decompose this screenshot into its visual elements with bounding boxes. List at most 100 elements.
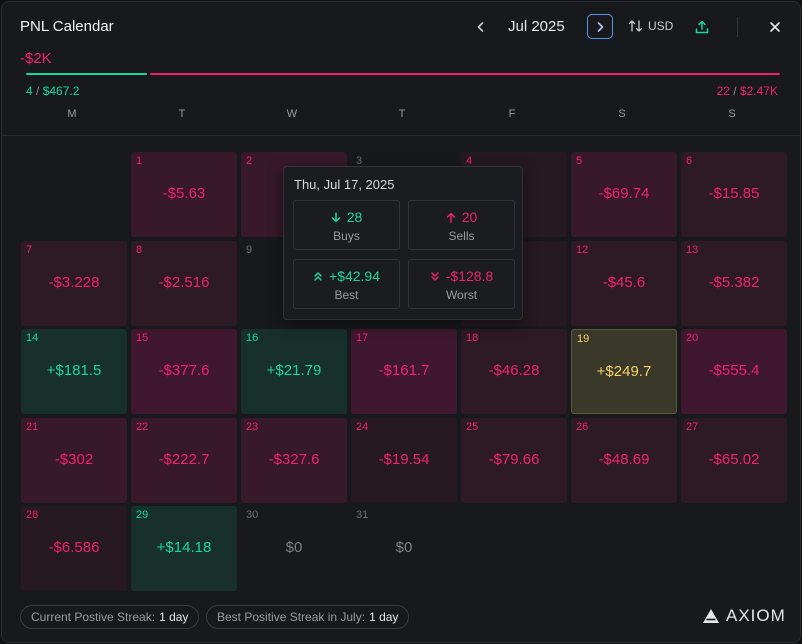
calendar-day-14[interactable]: 14 +$181.5 xyxy=(21,329,127,414)
day-number: 6 xyxy=(686,155,693,167)
chevron-right-icon xyxy=(597,21,604,32)
double-chevron-down-icon xyxy=(431,271,439,281)
worst-trade-stat: -$128.8 Worst xyxy=(408,259,515,309)
prev-month-button[interactable] xyxy=(470,16,492,38)
panel-title: PNL Calendar xyxy=(20,18,114,35)
wins-summary: 4 / $467.2 xyxy=(26,84,80,98)
wins-bar xyxy=(26,73,147,75)
calendar-day-17[interactable]: 17 -$161.7 xyxy=(351,329,457,414)
day-pnl-value: -$6.586 xyxy=(48,539,100,556)
day-pnl-value: -$79.66 xyxy=(488,451,540,468)
currency-label: USD xyxy=(648,19,674,33)
calendar-day-25[interactable]: 25 -$79.66 xyxy=(461,418,567,503)
day-number: 21 xyxy=(26,421,39,433)
day-pnl-value: -$65.02 xyxy=(708,451,760,468)
day-pnl-value: +$21.79 xyxy=(266,362,322,379)
day-pnl-value: -$5.382 xyxy=(708,274,760,291)
calendar-day-18[interactable]: 18 -$46.28 xyxy=(461,329,567,414)
weekday-label: S xyxy=(618,108,626,120)
day-pnl-value: -$2.516 xyxy=(158,274,210,291)
worst-trade-label: Worst xyxy=(445,288,478,302)
current-streak-pill: Current Postive Streak: 1 day xyxy=(20,605,200,629)
calendar-day-12[interactable]: 12 -$45.6 xyxy=(571,241,677,326)
day-number: 29 xyxy=(136,509,149,521)
day-pnl-value: -$161.7 xyxy=(378,362,430,379)
day-number: 19 xyxy=(577,333,590,345)
calendar-day-28[interactable]: 28 -$6.586 xyxy=(21,506,127,591)
day-pnl-value: -$222.7 xyxy=(158,451,210,468)
calendar-day-27[interactable]: 27 -$65.02 xyxy=(681,418,787,503)
calendar-day-5[interactable]: 5 -$69.74 xyxy=(571,152,677,237)
day-pnl-value: -$5.63 xyxy=(162,185,206,202)
next-month-button[interactable] xyxy=(587,14,613,39)
calendar-day-7[interactable]: 7 -$3.228 xyxy=(21,241,127,326)
losses-count: 22 xyxy=(716,84,730,98)
calendar-day-8[interactable]: 8 -$2.516 xyxy=(131,241,237,326)
arrow-up-icon xyxy=(446,212,455,223)
calendar-day-1[interactable]: 1 -$5.63 xyxy=(131,152,237,237)
day-number: 18 xyxy=(466,332,479,344)
current-month: Jul 2025 xyxy=(508,18,565,35)
pnl-calendar-panel: PNL Calendar Jul 2025 USD -$2K 4 / $467.… xyxy=(1,1,801,643)
day-pnl-value: -$302 xyxy=(54,451,94,468)
day-number: 26 xyxy=(576,421,589,433)
wins-count: 4 xyxy=(26,84,33,98)
best-trade-label: Best xyxy=(334,288,359,302)
worst-trade-value: -$128.8 xyxy=(445,268,494,284)
day-pnl-value: -$15.85 xyxy=(708,185,760,202)
calendar-day-15[interactable]: 15 -$377.6 xyxy=(131,329,237,414)
calendar-day-30[interactable]: 30 $0 xyxy=(241,506,347,591)
calendar-day-22[interactable]: 22 -$222.7 xyxy=(131,418,237,503)
day-number: 30 xyxy=(246,509,259,521)
sells-label: Sells xyxy=(448,229,475,243)
calendar-day-23[interactable]: 23 -$327.6 xyxy=(241,418,347,503)
losses-summary: 22 / $2.47K xyxy=(716,84,778,98)
calendar-day-21[interactable]: 21 -$302 xyxy=(21,418,127,503)
monthly-total: -$2K xyxy=(20,50,52,67)
calendar-day-26[interactable]: 26 -$48.69 xyxy=(571,418,677,503)
day-number: 14 xyxy=(26,332,39,344)
day-pnl-value: $0 xyxy=(395,539,413,556)
double-chevron-up-icon xyxy=(314,271,322,281)
calendar-day-6[interactable]: 6 -$15.85 xyxy=(681,152,787,237)
day-pnl-value: -$45.6 xyxy=(602,274,646,291)
day-pnl-value: -$69.74 xyxy=(598,185,650,202)
weekday-label: T xyxy=(398,108,406,120)
export-button[interactable] xyxy=(692,17,712,37)
day-pnl-value: +$14.18 xyxy=(156,539,212,556)
calendar-day-19[interactable]: 19 +$249.7 xyxy=(571,329,677,414)
day-number: 31 xyxy=(356,509,369,521)
calendar-day-13[interactable]: 13 -$5.382 xyxy=(681,241,787,326)
day-number: 17 xyxy=(356,332,369,344)
calendar-day-31[interactable]: 31 $0 xyxy=(351,506,457,591)
day-number: 22 xyxy=(136,421,149,433)
day-number: 25 xyxy=(466,421,479,433)
losses-amount: $2.47K xyxy=(739,84,778,98)
day-pnl-value: -$327.6 xyxy=(268,451,320,468)
day-number: 12 xyxy=(576,244,589,256)
brand-name: AXIOM xyxy=(726,606,786,625)
header-separator xyxy=(2,135,800,136)
weekday-label: T xyxy=(178,108,186,120)
calendar-day-20[interactable]: 20 -$555.4 xyxy=(681,329,787,414)
day-number: 24 xyxy=(356,421,369,433)
currency-toggle[interactable]: USD xyxy=(628,19,673,33)
sells-stat: 20 Sells xyxy=(408,200,515,250)
day-number: 27 xyxy=(686,421,699,433)
day-number: 20 xyxy=(686,332,699,344)
calendar-day-24[interactable]: 24 -$19.54 xyxy=(351,418,457,503)
day-number: 7 xyxy=(26,244,33,256)
day-pnl-value: -$555.4 xyxy=(708,362,760,379)
day-number: 5 xyxy=(576,155,583,167)
close-button[interactable] xyxy=(764,16,786,38)
calendar-day-16[interactable]: 16 +$21.79 xyxy=(241,329,347,414)
swap-vertical-icon xyxy=(628,20,643,32)
day-number: 16 xyxy=(246,332,259,344)
day-number: 1 xyxy=(136,155,143,167)
weekday-label: F xyxy=(508,108,516,120)
day-pnl-value: -$377.6 xyxy=(158,362,210,379)
buys-stat: 28 Buys xyxy=(293,200,400,250)
weekday-label: S xyxy=(728,108,736,120)
chevron-left-icon xyxy=(477,22,484,32)
calendar-day-29[interactable]: 29 +$14.18 xyxy=(131,506,237,591)
